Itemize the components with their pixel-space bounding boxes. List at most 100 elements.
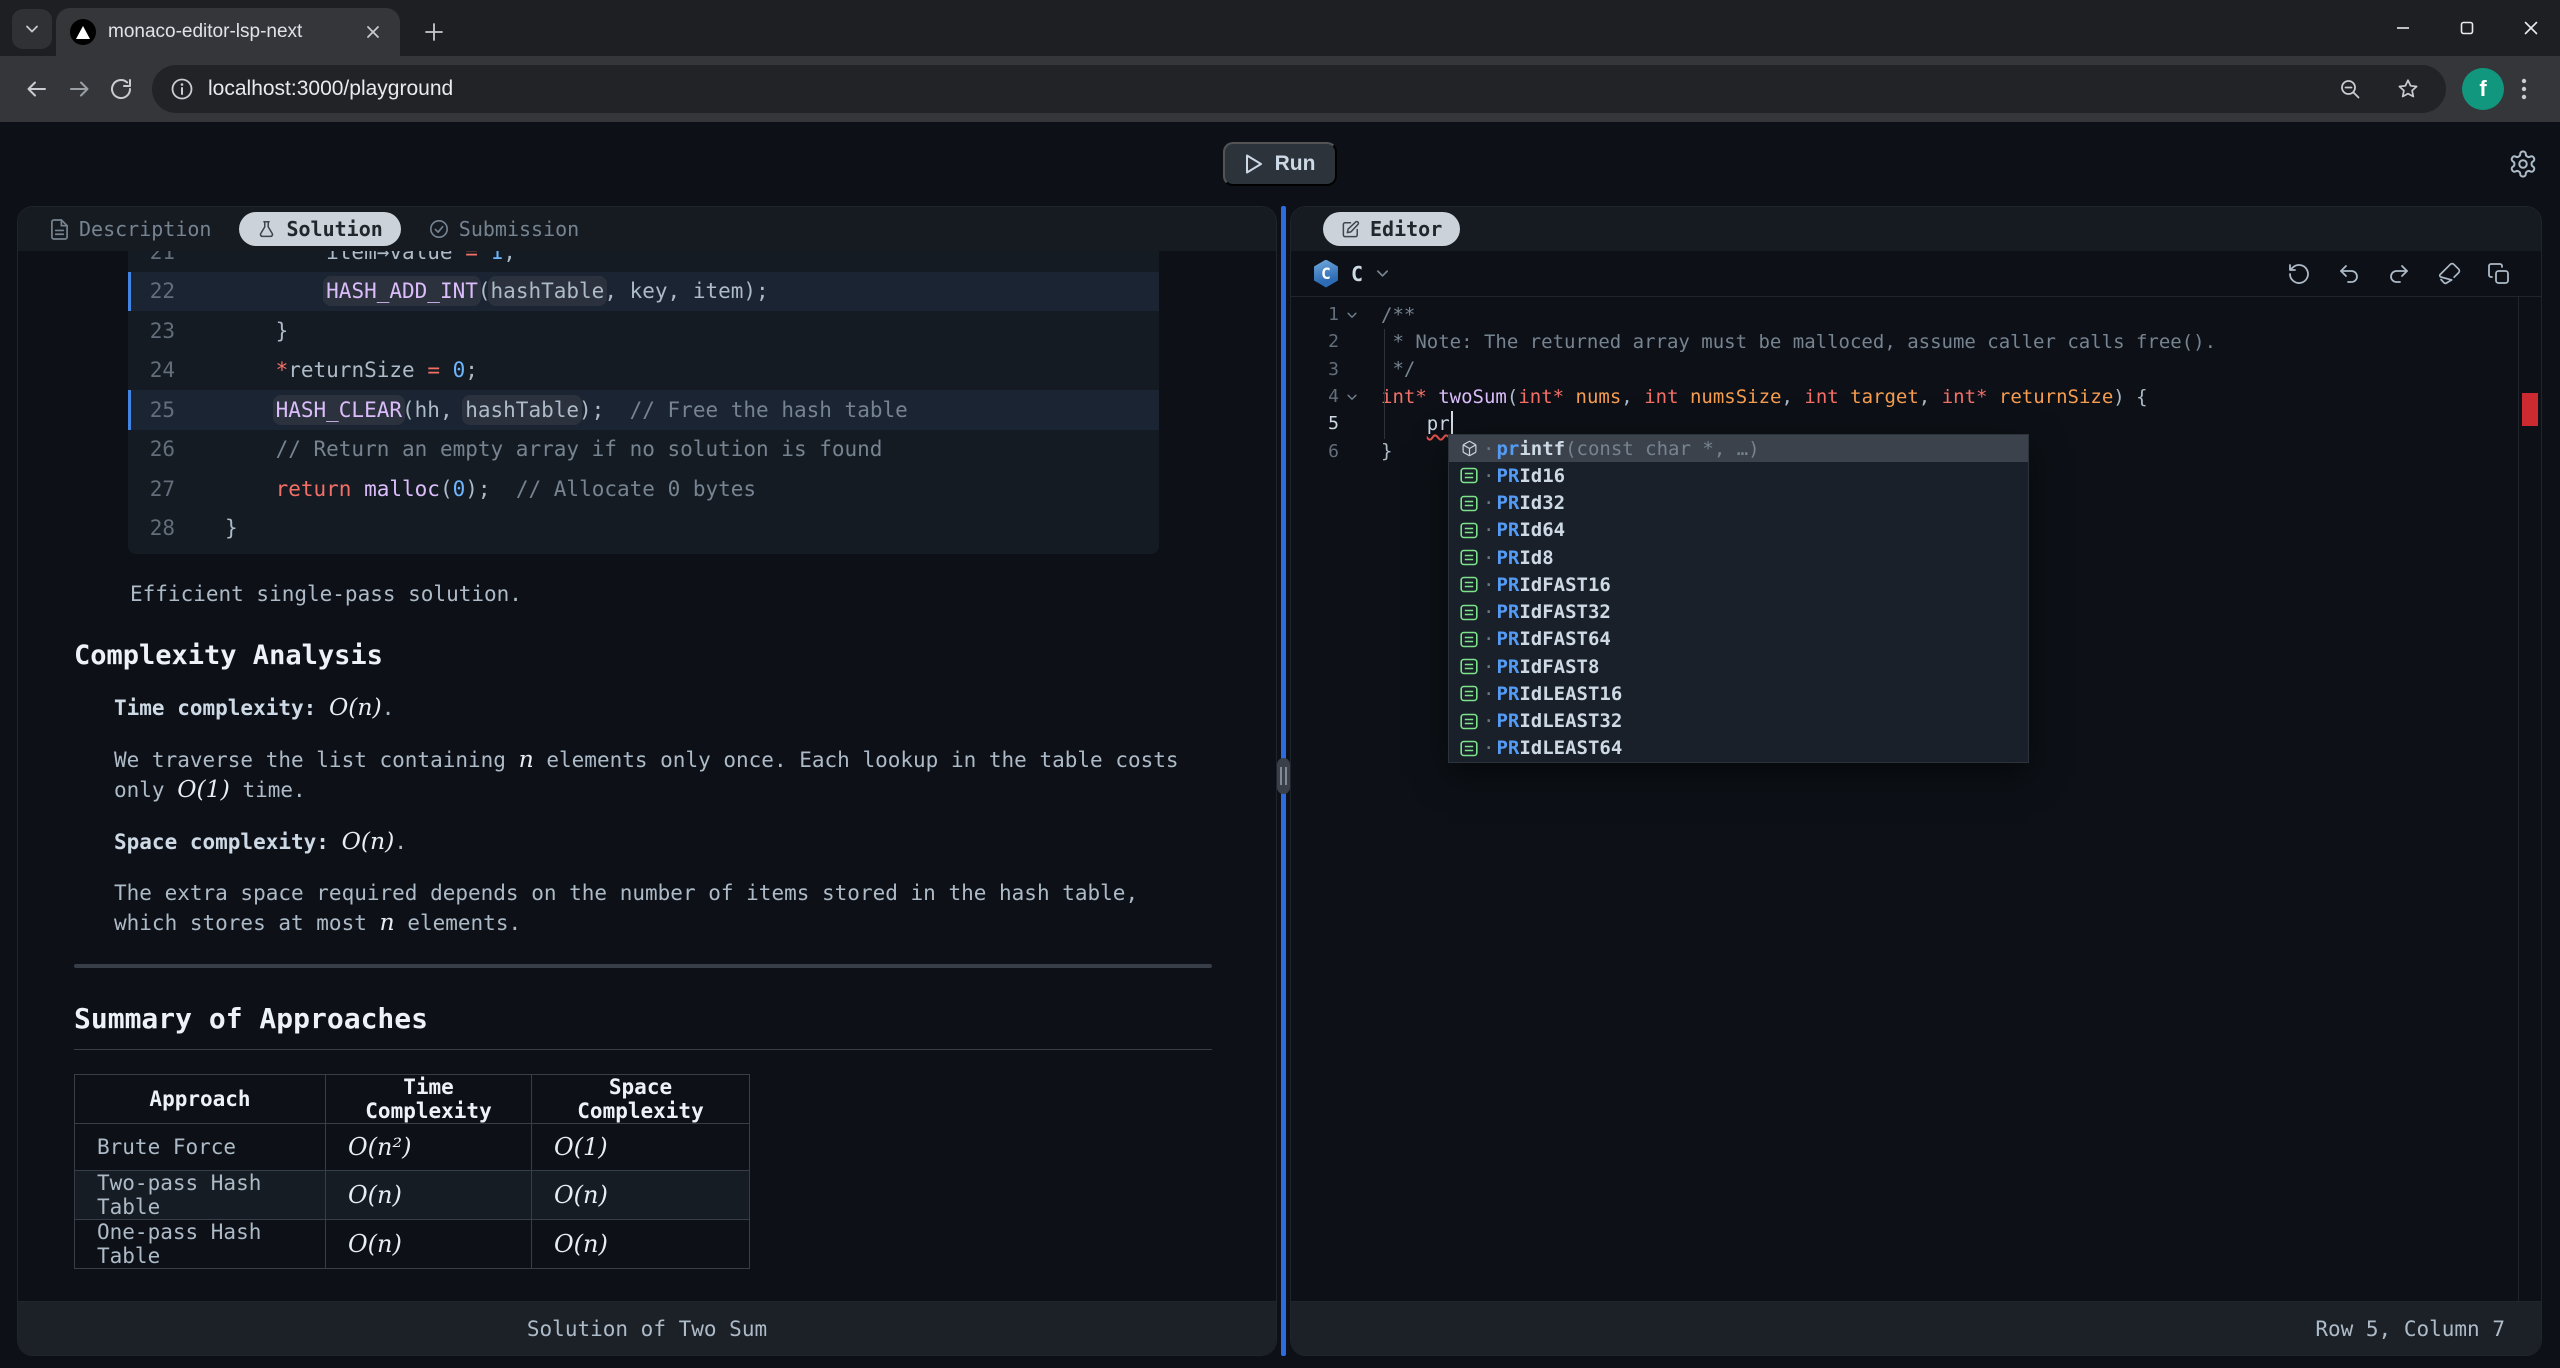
editor-panel: Editor C C [1290, 206, 2542, 1356]
settings-gear-icon[interactable] [2508, 149, 2538, 179]
tab-submission-label: Submission [459, 217, 579, 241]
forward-icon[interactable] [58, 68, 100, 110]
tab-solution[interactable]: Solution [239, 212, 400, 246]
editor-line: 1/** [1291, 301, 2541, 328]
tab-search-button[interactable] [12, 9, 52, 49]
problem-footer: Solution of Two Sum [18, 1301, 1276, 1355]
problem-panel: Description Solution Submission [17, 206, 1277, 1356]
overview-ruler [2518, 297, 2519, 1301]
suggestion-item[interactable]: ·PRIdLEAST32 [1449, 708, 2028, 735]
url-bar[interactable]: localhost:3000/playground [152, 65, 2446, 113]
new-tab-button[interactable] [416, 14, 452, 50]
suggestion-item[interactable]: ·PRId8 [1449, 544, 2028, 571]
snippet-icon [1457, 549, 1481, 566]
chevron-down-icon [24, 21, 40, 37]
complexity-paragraph: Time complexity: O(n). [114, 693, 1184, 723]
profile-avatar[interactable]: f [2462, 68, 2504, 110]
tab-title: monaco-editor-lsp-next [108, 21, 360, 43]
browser-tabstrip: monaco-editor-lsp-next [0, 0, 2560, 56]
snippet-icon [1457, 576, 1481, 593]
table-header-cell: Space Complexity [532, 1075, 750, 1124]
copy-icon[interactable] [2487, 262, 2511, 286]
workspace: Description Solution Submission [17, 206, 2542, 1356]
tab-editor-label: Editor [1370, 217, 1442, 241]
snippet-icon [1457, 685, 1481, 702]
redo-icon[interactable] [2387, 262, 2411, 286]
edit-pencil-icon [1341, 220, 1360, 239]
suggestion-item[interactable]: ·PRId64 [1449, 517, 2028, 544]
editor-line: 4int* twoSum(int* nums, int numsSize, in… [1291, 383, 2541, 410]
code-editor[interactable]: 1/**2 * Note: The returned array must be… [1291, 297, 2541, 1301]
document-icon [50, 219, 69, 240]
language-picker[interactable]: C C [1313, 260, 1390, 288]
table-row: One-pass Hash TableO(n)O(n) [75, 1220, 750, 1269]
tab-close-icon[interactable] [360, 19, 386, 45]
snippet-icon [1457, 522, 1481, 539]
error-marker [2522, 393, 2538, 426]
editor-toolbar: C C [1291, 251, 2541, 297]
snippet-icon [1457, 658, 1481, 675]
language-label: C [1351, 262, 1363, 286]
suggestion-item[interactable]: ·PRIdLEAST64 [1449, 735, 2028, 762]
code-line: 21 item→value = 1; [128, 251, 1159, 272]
code-line: 23 } [128, 311, 1159, 351]
suggestion-item[interactable]: ·printf(const char *, …) [1449, 435, 2028, 462]
snippet-icon [1457, 495, 1481, 512]
tab-submission[interactable]: Submission [429, 217, 579, 241]
summary-title: Summary of Approaches [74, 1002, 1212, 1050]
chevron-down-icon [1375, 266, 1390, 281]
complexity-paragraphs: Time complexity: O(n).We traverse the li… [74, 693, 1212, 938]
browser-toolbar: localhost:3000/playground f [0, 56, 2560, 122]
browser-menu-icon[interactable] [2504, 69, 2544, 109]
site-info-icon[interactable] [170, 77, 194, 101]
code-line: 24 *returnSize = 0; [128, 351, 1159, 391]
table-header-row: ApproachTime ComplexitySpace Complexity [75, 1075, 750, 1124]
format-brush-icon[interactable] [2437, 262, 2461, 286]
snippet-icon [1457, 467, 1481, 484]
maximize-icon[interactable] [2452, 13, 2482, 43]
code-line: 27 return malloc(0); // Allocate 0 bytes [128, 469, 1159, 509]
code-line: 25 HASH_CLEAR(hh, hashTable); // Free th… [128, 390, 1159, 430]
tab-solution-label: Solution [286, 217, 382, 241]
editor-footer: Row 5, Column 7 [1291, 1301, 2541, 1355]
suggestion-item[interactable]: ·PRId32 [1449, 490, 2028, 517]
window-controls [2388, 0, 2546, 56]
cursor-position-text: Row 5, Column 7 [2315, 1317, 2505, 1341]
check-circle-icon [429, 219, 449, 239]
tab-description[interactable]: Description [50, 217, 211, 241]
c-language-icon: C [1313, 260, 1339, 288]
zoom-out-icon[interactable] [2338, 77, 2362, 101]
minimize-icon[interactable] [2388, 13, 2418, 43]
suggestion-item[interactable]: ·PRIdLEAST16 [1449, 680, 2028, 707]
tab-editor[interactable]: Editor [1323, 212, 1460, 246]
suggestion-item[interactable]: ·PRIdFAST16 [1449, 571, 2028, 598]
solution-note: Efficient single-pass solution. [130, 582, 1212, 606]
section-divider [74, 964, 1212, 968]
table-row: Brute ForceO(n²)O(1) [75, 1124, 750, 1171]
solution-content[interactable]: 21 item→value = 1;22 HASH_ADD_INT(hashTa… [18, 251, 1276, 1301]
back-icon[interactable] [16, 68, 58, 110]
url-text: localhost:3000/playground [208, 77, 453, 101]
code-line: 22 HASH_ADD_INT(hashTable, key, item); [128, 272, 1159, 312]
bookmark-star-icon[interactable] [2396, 77, 2420, 101]
snippet-icon [1457, 631, 1481, 648]
close-window-icon[interactable] [2516, 13, 2546, 43]
complexity-paragraph: Space complexity: O(n). [114, 827, 1184, 857]
reload-icon[interactable] [100, 68, 142, 110]
run-button[interactable]: Run [1223, 142, 1338, 186]
function-cube-icon [1457, 440, 1481, 457]
resize-handle[interactable] [1277, 758, 1290, 794]
suggestion-item[interactable]: ·PRIdFAST64 [1449, 626, 2028, 653]
autocomplete-popup[interactable]: ·printf(const char *, …)·PRId16·PRId32·P… [1448, 434, 2029, 763]
panel-resize-divider[interactable] [1281, 206, 1286, 1356]
undo-icon[interactable] [2337, 262, 2361, 286]
suggestion-item[interactable]: ·PRId16 [1449, 462, 2028, 489]
problem-footer-text: Solution of Two Sum [527, 1317, 767, 1341]
browser-tab[interactable]: monaco-editor-lsp-next [56, 8, 400, 56]
snippet-icon [1457, 604, 1481, 621]
table-header-cell: Time Complexity [326, 1075, 532, 1124]
complexity-paragraph: The extra space required depends on the … [114, 879, 1184, 938]
suggestion-item[interactable]: ·PRIdFAST8 [1449, 653, 2028, 680]
reset-icon[interactable] [2287, 262, 2311, 286]
suggestion-item[interactable]: ·PRIdFAST32 [1449, 599, 2028, 626]
